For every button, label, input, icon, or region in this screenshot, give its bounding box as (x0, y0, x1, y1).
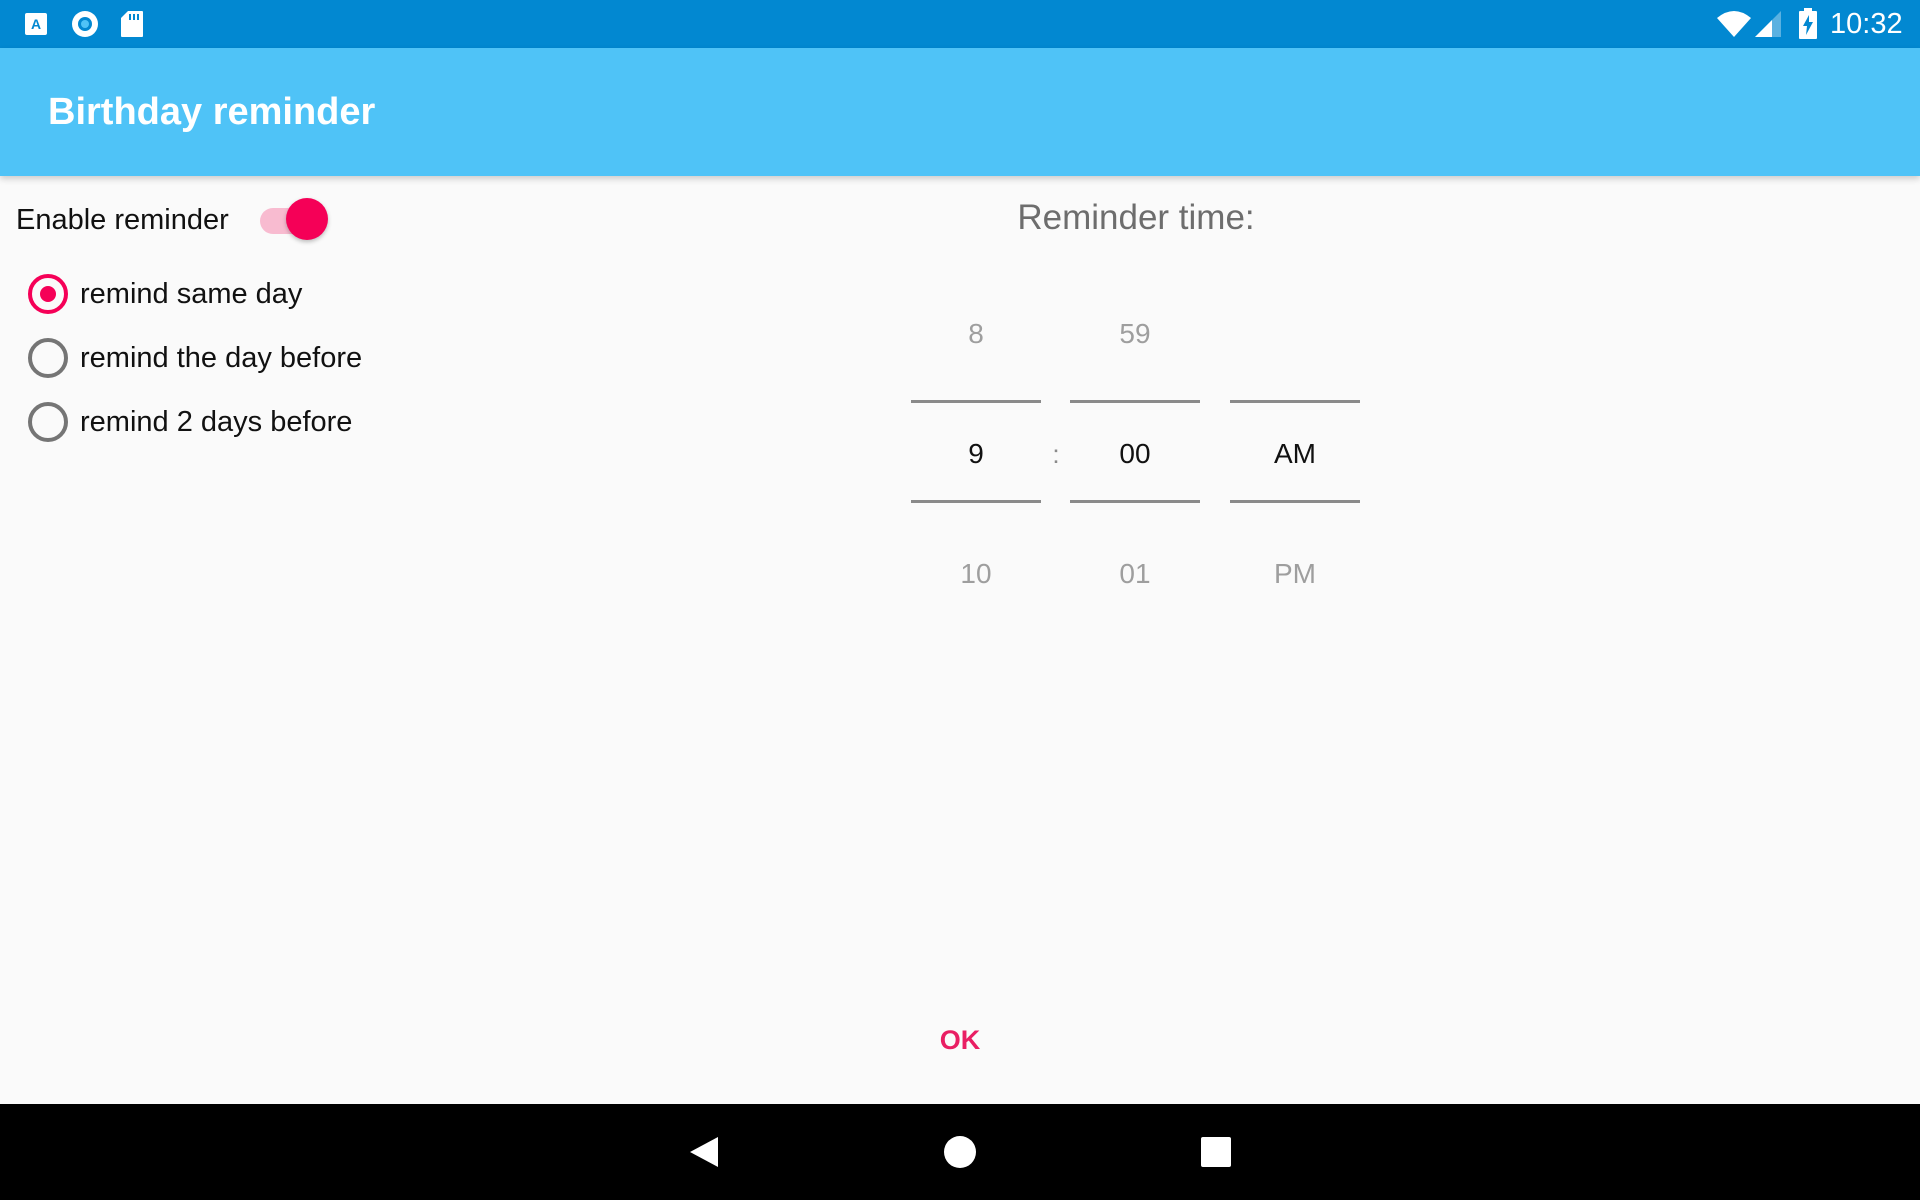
radio-unchecked-icon (28, 402, 68, 442)
picker-divider (1070, 400, 1200, 403)
radio-remind-same-day[interactable]: remind same day (24, 262, 544, 326)
radio-label: remind the day before (80, 342, 363, 374)
picker-divider (1070, 500, 1200, 503)
reminder-day-radio-group: remind same day remind the day before re… (24, 262, 544, 454)
picker-divider (911, 400, 1041, 403)
battery-charging-icon (1799, 8, 1817, 39)
svg-text:A: A (31, 16, 41, 32)
ampm-current-value[interactable]: AM (1230, 434, 1360, 474)
back-icon[interactable] (686, 1132, 726, 1172)
hour-prev-value[interactable]: 8 (911, 314, 1041, 354)
radio-dot (40, 286, 56, 302)
enable-reminder-label: Enable reminder (16, 204, 229, 236)
app-a-icon: A (25, 13, 47, 35)
sd-card-icon (121, 11, 143, 37)
hour-current-value[interactable]: 9 (911, 434, 1041, 474)
time-separator: : (1052, 439, 1060, 469)
switch-thumb (286, 198, 328, 240)
status-bar: A 10:32 (0, 0, 1920, 48)
hour-picker[interactable]: 8 9 10 (911, 300, 1041, 589)
sync-circle-icon (72, 11, 98, 37)
radio-label: remind same day (80, 278, 303, 310)
wifi-icon (1717, 11, 1751, 37)
navigation-bar (0, 1104, 1920, 1200)
radio-remind-day-before[interactable]: remind the day before (24, 326, 544, 390)
ampm-picker[interactable]: AM PM (1230, 300, 1360, 589)
ok-button[interactable]: OK (910, 1016, 1010, 1064)
radio-unchecked-icon (28, 338, 68, 378)
picker-divider (911, 500, 1041, 503)
clock: 10:32 (1830, 8, 1903, 40)
minute-picker[interactable]: 59 00 01 (1070, 300, 1200, 589)
picker-divider (1230, 400, 1360, 403)
page-title: Birthday reminder (48, 91, 376, 133)
minute-prev-value[interactable]: 59 (1070, 314, 1200, 354)
home-icon[interactable] (940, 1132, 980, 1172)
reminder-time-title: Reminder time: (1017, 198, 1255, 237)
radio-checked-icon (28, 274, 68, 314)
picker-divider (1230, 500, 1360, 503)
minute-next-value[interactable]: 01 (1070, 554, 1200, 594)
ampm-prev-value (1230, 314, 1360, 354)
signal-icon (1755, 11, 1781, 37)
enable-reminder-switch[interactable] (246, 196, 328, 244)
hour-next-value[interactable]: 10 (911, 554, 1041, 594)
ampm-next-value[interactable]: PM (1230, 554, 1360, 594)
radio-remind-2-days-before[interactable]: remind 2 days before (24, 390, 544, 454)
minute-current-value[interactable]: 00 (1070, 434, 1200, 474)
app-bar: Birthday reminder (0, 48, 1920, 176)
recents-icon[interactable] (1196, 1132, 1236, 1172)
radio-label: remind 2 days before (80, 406, 353, 438)
